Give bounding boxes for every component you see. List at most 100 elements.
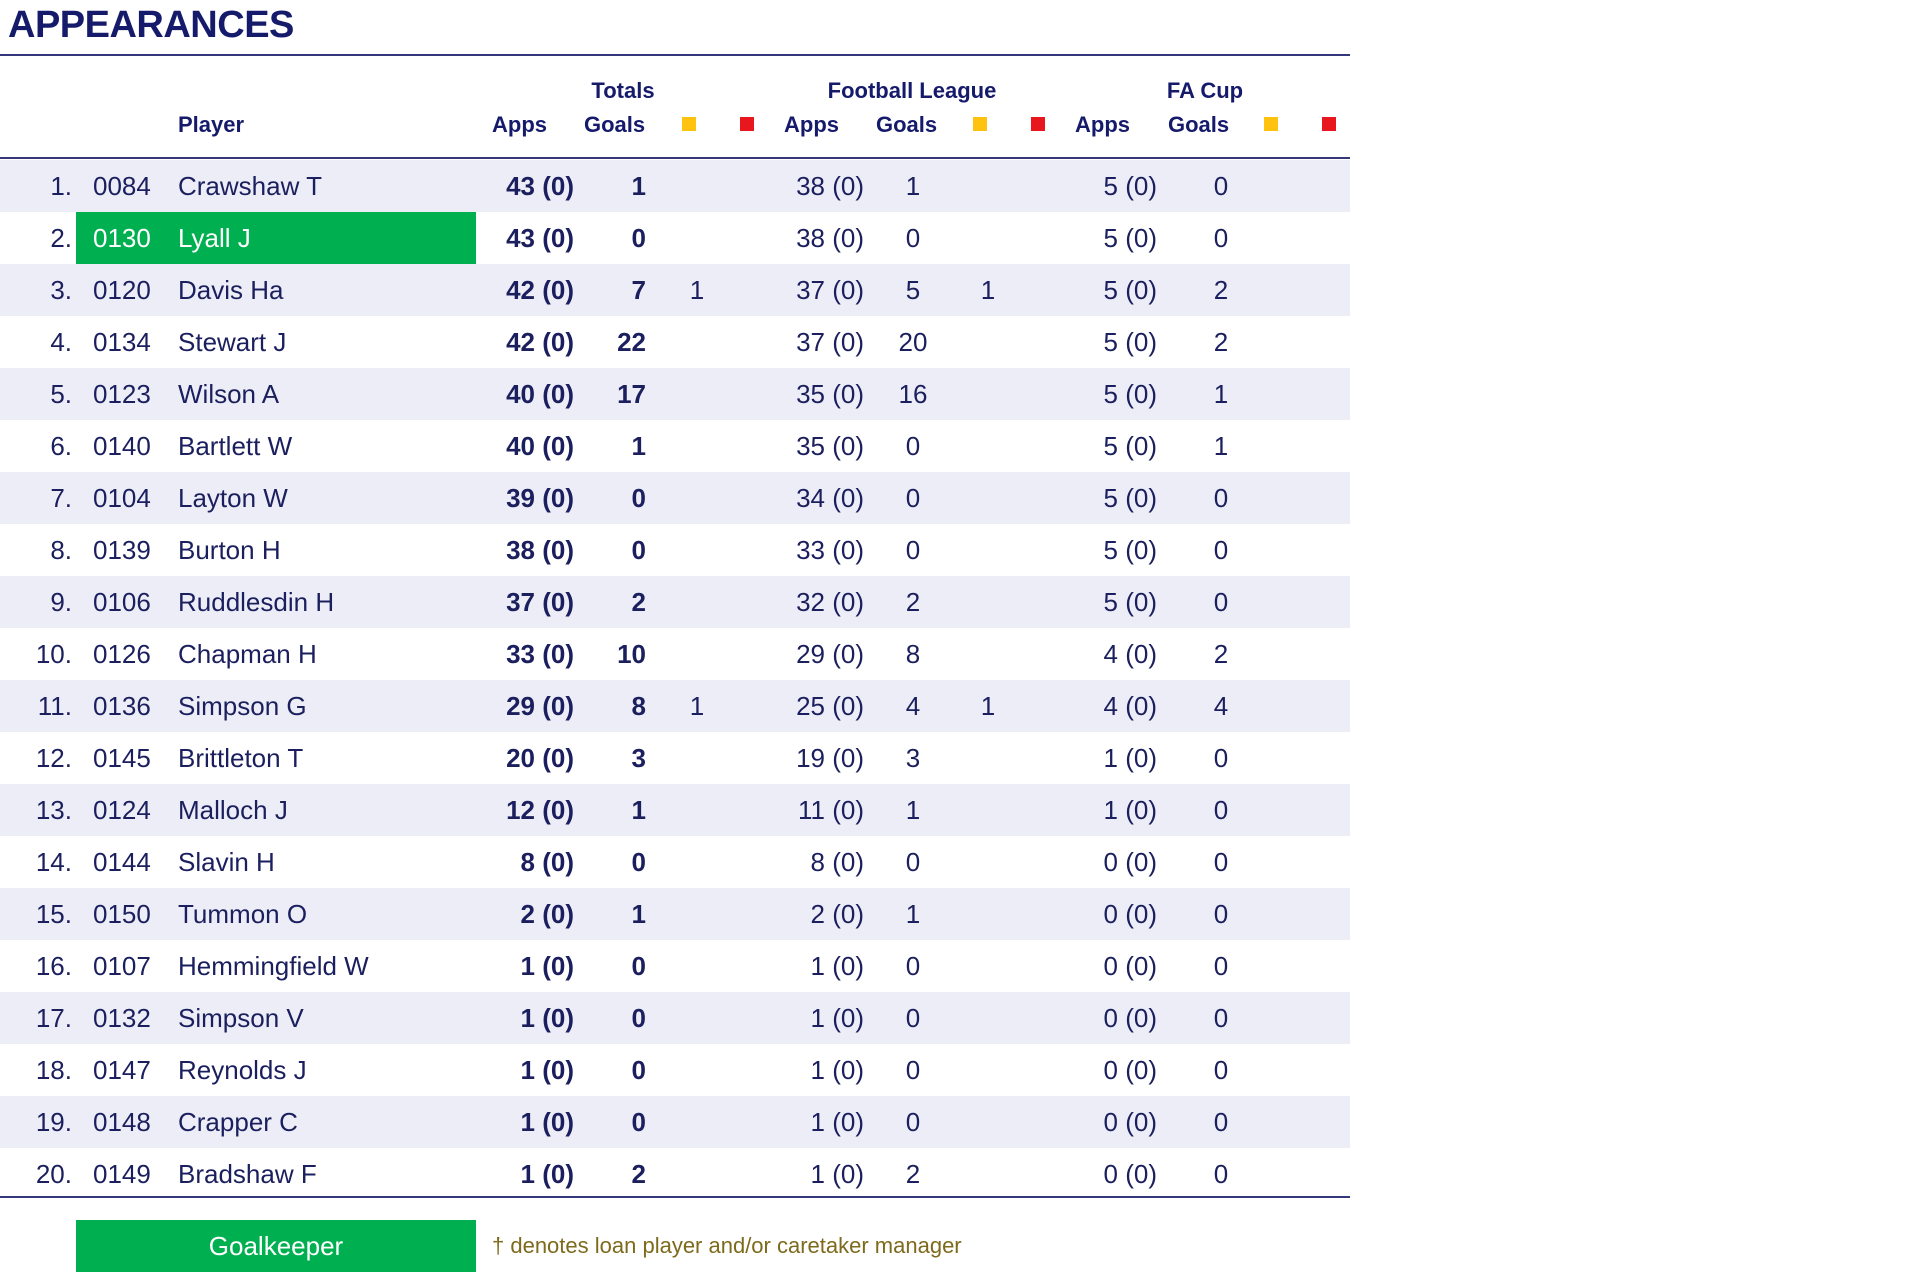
total-goals: 0 <box>631 951 646 981</box>
player-code: 0139 <box>93 535 151 565</box>
total-goals: 0 <box>631 847 646 877</box>
total-apps: 38 (0) <box>506 535 574 565</box>
league-apps: 2 (0) <box>810 899 864 929</box>
table-row: 14. 0144 Slavin H 8 (0) 0 8 (0) 0 0 (0) 0 <box>0 836 1350 888</box>
table-row: 1. 0084 Crawshaw T 43 (0) 1 38 (0) 1 5 (0) 0 <box>0 160 1350 212</box>
player-name: Burton H <box>178 535 281 565</box>
rank: 12. <box>35 743 72 773</box>
total-apps: 12 (0) <box>506 795 574 825</box>
total-apps: 40 (0) <box>506 379 574 409</box>
league-goals: 1 <box>905 795 921 825</box>
rank: 7. <box>50 483 72 513</box>
league-yellow-cards <box>979 420 997 472</box>
league-red-card-icon <box>1031 117 1045 131</box>
player-code: 0149 <box>93 1159 151 1189</box>
league-yellow-cards <box>979 368 997 420</box>
cup-apps: 5 (0) <box>1103 327 1157 357</box>
league-yellow-cards <box>979 732 997 784</box>
rank: 3. <box>50 275 72 305</box>
player-code: 0134 <box>93 327 151 357</box>
total-apps: 2 (0) <box>520 899 574 929</box>
league-apps: 8 (0) <box>810 847 864 877</box>
header-league-apps: Apps <box>784 112 839 137</box>
player-name: Reynolds J <box>178 1055 307 1085</box>
total-yellow-cards <box>688 316 706 368</box>
table-row: 3. 0120 Davis Ha 42 (0) 7 1 37 (0) 5 1 5 (0) 2 <box>0 264 1350 316</box>
total-goals: 0 <box>631 535 646 565</box>
table-row: 10. 0126 Chapman H 33 (0) 10 29 (0) 8 4 (0) 2 <box>0 628 1350 680</box>
cup-goals: 0 <box>1213 1055 1229 1085</box>
cup-goals: 0 <box>1213 847 1229 877</box>
league-goals: 0 <box>905 483 921 513</box>
cup-apps: 0 (0) <box>1103 951 1157 981</box>
cup-goals: 0 <box>1213 951 1229 981</box>
cup-apps: 0 (0) <box>1103 899 1157 929</box>
totals-red-card-icon <box>740 117 754 131</box>
league-apps: 38 (0) <box>796 171 864 201</box>
league-goals: 5 <box>905 275 921 305</box>
league-apps: 25 (0) <box>796 691 864 721</box>
cup-goals: 0 <box>1213 223 1229 253</box>
cup-apps: 4 (0) <box>1103 639 1157 669</box>
goalkeeper-legend: Goalkeeper <box>76 1220 476 1272</box>
league-yellow-card-icon <box>973 117 987 131</box>
header-player: Player <box>178 112 245 137</box>
cup-goals: 0 <box>1213 535 1229 565</box>
player-name: Malloch J <box>178 795 288 825</box>
header-football-league: Football League <box>827 78 997 103</box>
player-code: 0084 <box>93 171 151 201</box>
cup-apps: 0 (0) <box>1103 1055 1157 1085</box>
cup-apps: 0 (0) <box>1103 847 1157 877</box>
league-apps: 29 (0) <box>796 639 864 669</box>
player-code: 0148 <box>93 1107 151 1137</box>
league-yellow-cards: 1 <box>980 691 996 721</box>
table-row: 7. 0104 Layton W 39 (0) 0 34 (0) 0 5 (0) 0 <box>0 472 1350 524</box>
cup-apps: 5 (0) <box>1103 535 1157 565</box>
total-goals: 10 <box>617 639 646 669</box>
player-name: Tummon O <box>178 899 308 929</box>
total-yellow-cards <box>688 576 706 628</box>
total-yellow-cards <box>688 160 706 212</box>
league-apps: 37 (0) <box>796 327 864 357</box>
league-apps: 35 (0) <box>796 379 864 409</box>
player-code: 0107 <box>93 951 151 981</box>
league-apps: 1 (0) <box>810 1055 864 1085</box>
rank: 14. <box>35 847 72 877</box>
league-yellow-cards <box>979 1148 997 1200</box>
league-apps: 11 (0) <box>798 795 864 825</box>
player-code: 0150 <box>93 899 151 929</box>
cup-apps: 1 (0) <box>1103 743 1157 773</box>
table-row: 2. 0130 Lyall J 43 (0) 0 38 (0) 0 5 (0) 0 <box>0 212 1350 264</box>
total-apps: 1 (0) <box>520 1159 574 1189</box>
cup-goals: 1 <box>1213 379 1229 409</box>
league-yellow-cards <box>979 836 997 888</box>
rank: 1. <box>50 171 72 201</box>
cup-goals: 2 <box>1213 327 1229 357</box>
total-apps: 8 (0) <box>520 847 574 877</box>
header-cup-goals: Goals <box>1168 112 1230 137</box>
cup-yellow-card-icon <box>1264 117 1278 131</box>
total-apps: 1 (0) <box>520 1107 574 1137</box>
table-row: 12. 0145 Brittleton T 20 (0) 3 19 (0) 3 1 (0) 0 <box>0 732 1350 784</box>
total-yellow-cards <box>688 1044 706 1096</box>
cup-red-card-icon <box>1322 117 1336 131</box>
rank: 18. <box>35 1055 72 1085</box>
league-apps: 1 (0) <box>810 1107 864 1137</box>
league-goals: 0 <box>905 1003 921 1033</box>
league-goals: 20 <box>898 327 928 357</box>
total-apps: 1 (0) <box>520 1003 574 1033</box>
table-row: 17. 0132 Simpson V 1 (0) 0 1 (0) 0 0 (0) 0 <box>0 992 1350 1044</box>
cup-goals: 0 <box>1213 899 1229 929</box>
table-row: 4. 0134 Stewart J 42 (0) 22 37 (0) 20 5 (0) 2 <box>0 316 1350 368</box>
league-goals: 0 <box>905 1107 921 1137</box>
league-apps: 37 (0) <box>796 275 864 305</box>
table-row: 18. 0147 Reynolds J 1 (0) 0 1 (0) 0 0 (0) 0 <box>0 1044 1350 1096</box>
league-apps: 38 (0) <box>796 223 864 253</box>
total-apps: 42 (0) <box>506 327 574 357</box>
league-goals: 1 <box>905 171 921 201</box>
rank: 2. <box>50 223 72 253</box>
total-goals: 2 <box>631 587 646 617</box>
table-row: 6. 0140 Bartlett W 40 (0) 1 35 (0) 0 5 (0) 1 <box>0 420 1350 472</box>
league-yellow-cards <box>979 316 997 368</box>
player-name: Hemmingfield W <box>178 951 369 981</box>
